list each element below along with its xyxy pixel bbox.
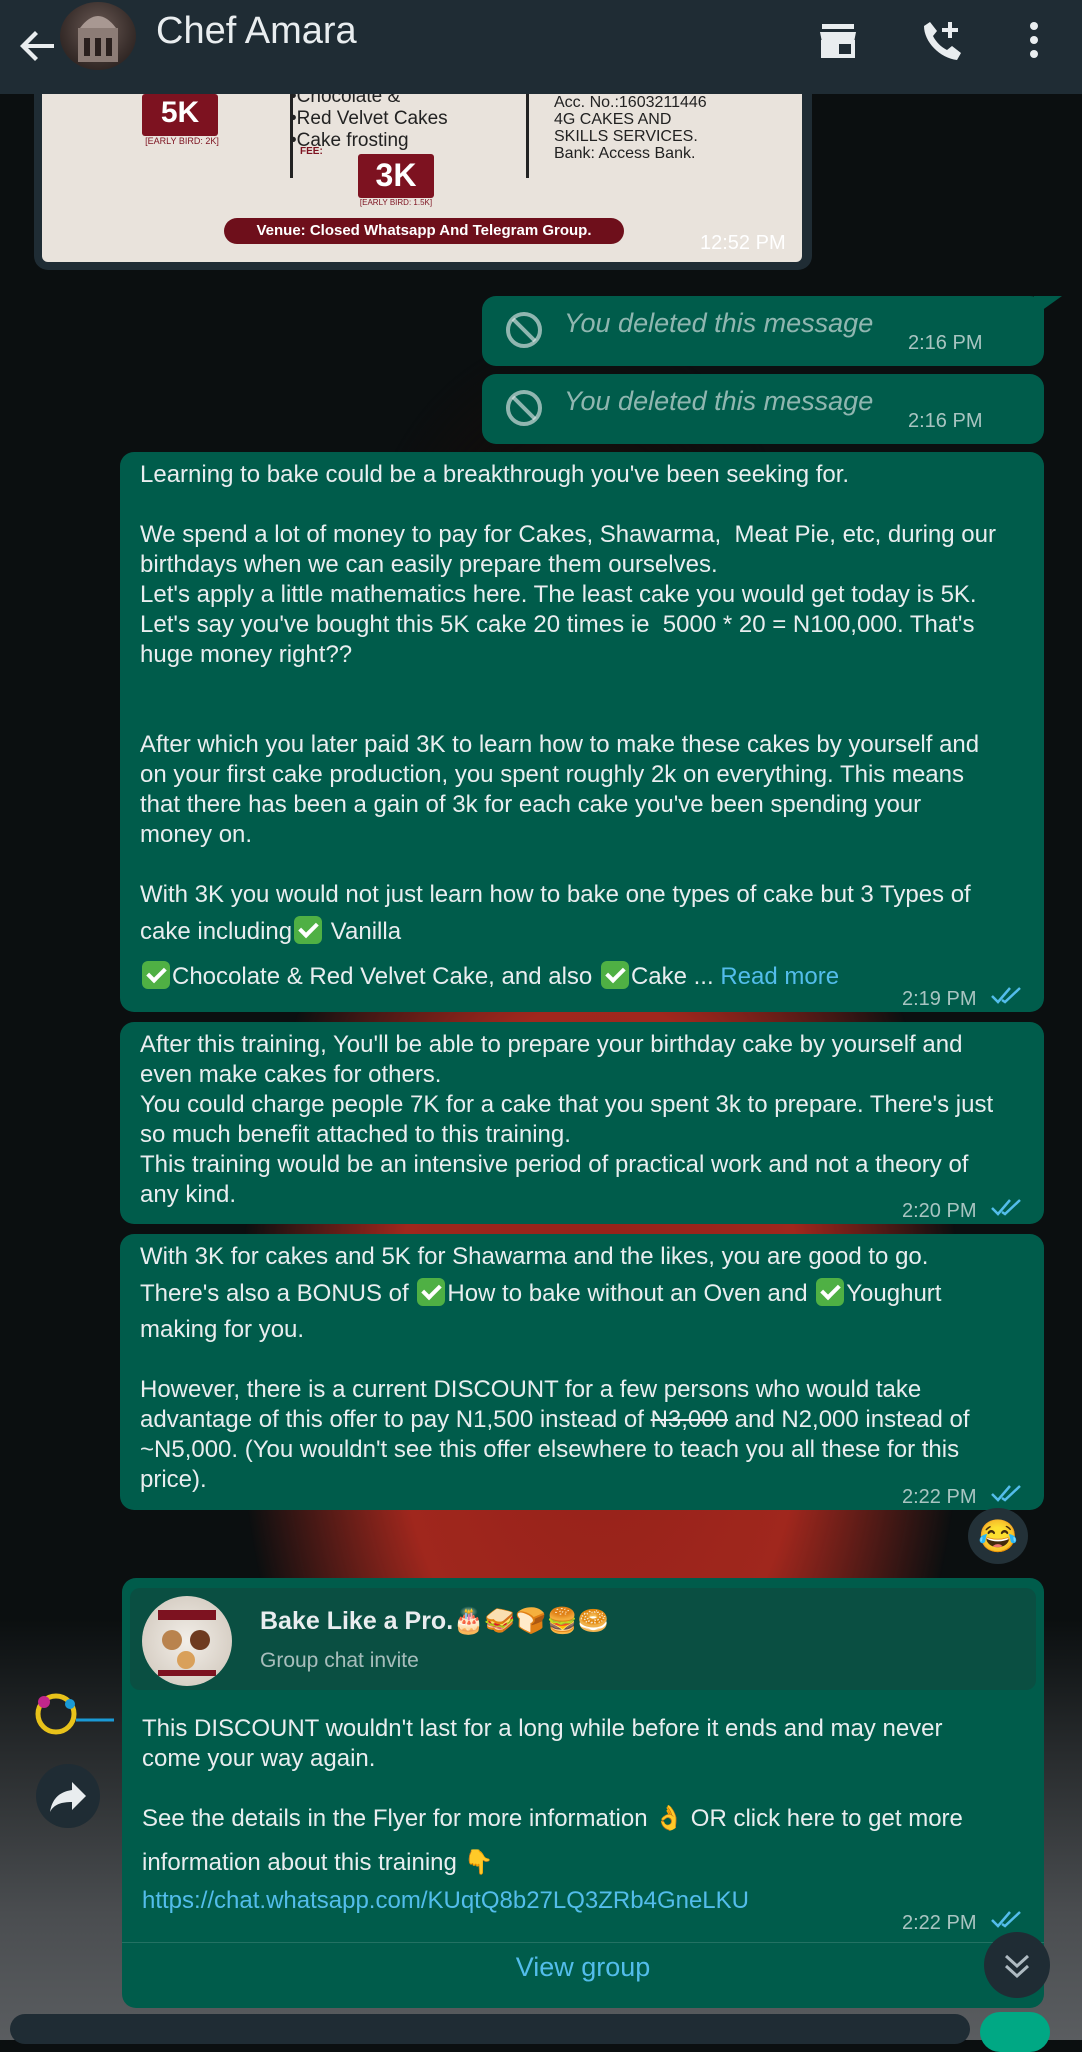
scroll-down-button[interactable] [984, 1932, 1050, 1998]
check-mark-icon [294, 916, 323, 944]
message-time: 2:19 PM [902, 988, 977, 1010]
message-line: See the details in the Flyer for more in… [142, 1805, 963, 1832]
message-input-bar[interactable] [10, 2014, 970, 2044]
double-chevron-down-icon [1004, 1954, 1030, 1979]
account-line: Acc. No.:1603211446 [554, 94, 707, 111]
blocked-icon [506, 312, 542, 348]
flyer-list-item: •Red Velvet Cakes [290, 108, 448, 129]
message-time: 2:22 PM [902, 1486, 977, 1508]
message-line: With 3K for cakes and 5K for Shawarma an… [140, 1243, 929, 1270]
outgoing-message[interactable]: Bake Like a Pro.🎂🥪🍞🍔🥯 Group chat invite … [122, 1578, 1044, 2008]
message-paragraph: We spend a lot of money to pay for Cakes… [140, 521, 996, 668]
message-text: There's also a BONUS of [140, 1280, 416, 1307]
outgoing-message[interactable]: With 3K for cakes and 5K for Shawarma an… [120, 1234, 1044, 1510]
wallpaper-logo [30, 1686, 118, 1742]
add-call-icon[interactable] [918, 16, 966, 64]
contact-name[interactable]: Chef Amara [156, 10, 357, 53]
check-mark-icon [417, 1278, 446, 1306]
back-arrow-icon[interactable] [14, 22, 62, 70]
message-time: 2:22 PM [902, 1912, 977, 1934]
message-paragraph: This DISCOUNT wouldn't last for a long w… [142, 1715, 943, 1772]
deleted-text: You deleted this message [564, 308, 874, 338]
message-line: information about this training 👇 [142, 1849, 494, 1876]
message-line: With 3K you would not just learn how to … [140, 881, 971, 908]
flyer-divider [290, 86, 293, 178]
read-receipt-icon [991, 1911, 1021, 1928]
flyer-image[interactable]: 5K [EARLY BIRD: 2K] •Chocolate & •Red Ve… [42, 86, 802, 262]
fee-left-note: [EARLY BIRD: 2K] [145, 136, 219, 146]
check-mark-icon [816, 1278, 845, 1306]
message-text: cake including [140, 918, 293, 945]
forward-icon [50, 1782, 86, 1812]
reaction-badge[interactable]: 😂 [968, 1508, 1028, 1564]
view-group-button[interactable]: View group [122, 1952, 1044, 1982]
deleted-text: You deleted this message [564, 386, 874, 416]
check-mark-icon [600, 961, 629, 989]
message-text: Youghurt [846, 1280, 942, 1307]
read-receipt-icon [991, 1199, 1021, 1216]
message-line: Chocolate & Red Velvet Cake, and also Ca… [140, 961, 1030, 992]
fee-mid-box: 3K [358, 154, 434, 198]
message-paragraph: With 3K you would not just learn how to … [140, 880, 1030, 992]
message-paragraph: Learning to bake could be a breakthrough… [140, 461, 850, 488]
shop-icon[interactable] [814, 16, 862, 64]
account-line: SKILLS SERVICES. [554, 128, 698, 145]
outgoing-message[interactable]: After this training, You'll be able to p… [120, 1022, 1044, 1224]
deleted-message[interactable]: You deleted this message 2:16 PM [482, 374, 1044, 444]
group-subtitle: Group chat invite [260, 1649, 419, 1672]
forward-button[interactable] [36, 1764, 100, 1828]
message-time: 2:16 PM [908, 410, 983, 432]
flyer-divider [526, 86, 529, 178]
fee-mid-value: 3K [375, 157, 417, 193]
contact-avatar[interactable] [60, 2, 136, 70]
group-avatar [142, 1596, 232, 1686]
group-invite-card[interactable]: Bake Like a Pro.🎂🥪🍞🍔🥯 Group chat invite [130, 1588, 1036, 1690]
message-line: There's also a BONUS of How to bake with… [140, 1278, 1030, 1309]
group-name: Bake Like a Pro.🎂🥪🍞🍔🥯 [260, 1607, 609, 1635]
message-line: cake including Vanilla [140, 916, 1030, 947]
fee-left-box: 5K [142, 94, 218, 136]
divider [122, 1942, 1044, 1943]
account-line: Bank: Access Bank. [554, 145, 696, 162]
message-time: 12:52 PM [700, 232, 786, 254]
chat-header: Chef Amara [0, 0, 1082, 94]
bubble-tail [1034, 296, 1062, 316]
message-paragraph: After which you later paid 3K to learn h… [140, 731, 980, 848]
message-line: making for you. [140, 1316, 305, 1343]
message-text: After this training, You'll be able to p… [140, 1031, 994, 1208]
fee-mid-note: [EARLY BIRD: 1.5K] [359, 198, 433, 207]
fee-mid-label: FEE: [300, 146, 323, 157]
strikethrough-text: N3,000 [650, 1406, 728, 1433]
check-mark-icon [142, 961, 170, 989]
message-paragraph: However, there is a current DISCOUNT for… [140, 1375, 1030, 1495]
message-time: 2:20 PM [902, 1200, 977, 1222]
flyer-account: Acc. No.:1603211446 4G CAKES AND SKILLS … [554, 94, 707, 162]
outgoing-message[interactable]: Learning to bake could be a breakthrough… [120, 452, 1044, 1012]
fee-left-value: 5K [160, 96, 200, 129]
deleted-message[interactable]: You deleted this message 2:16 PM [482, 296, 1044, 366]
more-options-icon[interactable] [1010, 16, 1058, 64]
group-invite-link[interactable]: https://chat.whatsapp.com/KUqtQ8b27LQ3ZR… [142, 1886, 1032, 1916]
message-text: Cake ... [630, 963, 721, 990]
read-receipt-icon [991, 1485, 1021, 1502]
account-line: 4G CAKES AND [554, 111, 672, 128]
read-more-link[interactable]: Read more [720, 963, 839, 990]
blocked-icon [506, 390, 542, 426]
message-text: Vanilla [324, 918, 402, 945]
message-text: How to bake without an Oven and [447, 1280, 815, 1307]
mic-button[interactable] [980, 2012, 1050, 2052]
read-receipt-icon [991, 987, 1021, 1004]
message-time: 2:16 PM [908, 332, 983, 354]
flyer-venue: Venue: Closed Whatsapp And Telegram Grou… [224, 218, 624, 244]
flyer-list: •Chocolate & •Red Velvet Cakes •Cake fro… [290, 86, 448, 152]
message-text: Chocolate & Red Velvet Cake, and also [172, 963, 599, 990]
